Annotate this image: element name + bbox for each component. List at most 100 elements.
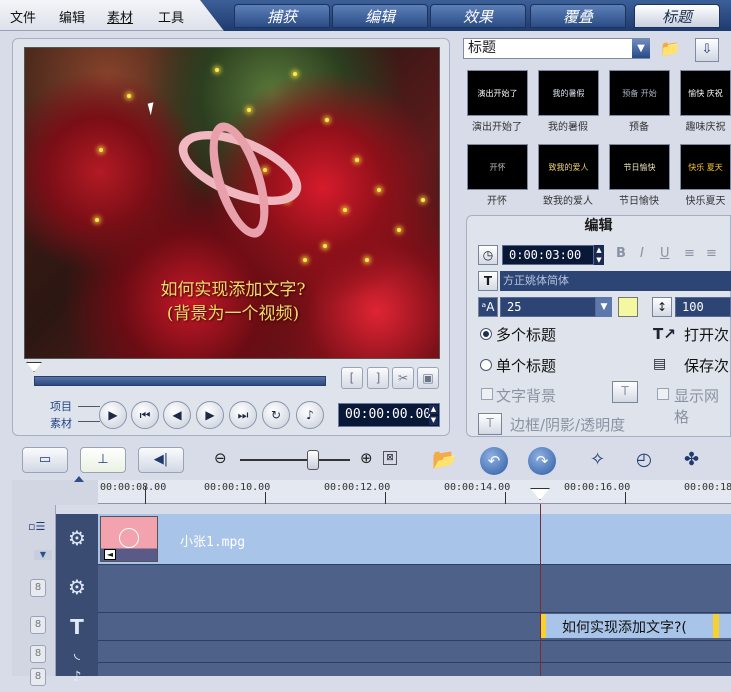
sparkle [99,148,103,152]
track-manager-icon[interactable]: ▫☰ [28,520,52,538]
timeline-ruler[interactable] [98,480,731,504]
play-icon[interactable]: ▶ [99,401,127,429]
scene-detect-icon[interactable]: ✧ [590,449,616,475]
multi-title-label[interactable]: 多个标题 [496,324,556,345]
spin-down-icon[interactable]: ▼ [429,416,438,425]
add-to-library-icon[interactable]: ⇩ [695,38,719,62]
collapse-icon[interactable]: ▼ [34,550,52,560]
title-thumbnail[interactable]: 愉快 庆祝 [680,70,731,116]
zoom-slider-thumb[interactable] [307,450,319,470]
mode-clip-label[interactable]: 素材 [50,415,72,431]
video-clip-name[interactable]: 小张1.mpg [180,531,245,550]
title-clip-end-handle[interactable] [713,614,719,638]
open-title-icon[interactable]: T↗ [653,325,677,345]
text-tool-icon: T [478,271,498,291]
show-grid-label[interactable]: 显示网格 [674,385,731,427]
menu-tools[interactable]: 工具 [158,7,184,26]
text-color-swatch[interactable] [618,297,638,317]
sparkle [247,108,251,112]
mark-in-button[interactable]: [ [341,367,363,389]
duration-input[interactable]: 0:00:03:00 [502,245,594,265]
lock-icon[interactable]: 8 [30,668,46,686]
insert-media-icon[interactable]: 📂 [432,447,462,475]
timecode-display[interactable]: 00:00:00.00 [338,403,440,427]
go-to-start-icon[interactable]: ⏮ [131,401,159,429]
lock-icon[interactable]: 8 [30,579,46,597]
tab-overlay[interactable]: 覆叠 [530,4,626,28]
save-title-button[interactable]: 保存次 [684,355,729,376]
font-size-input[interactable]: 25 [500,297,596,317]
next-frame-icon[interactable]: ▶ [196,401,224,429]
italic-icon[interactable]: I [640,246,644,261]
title-thumbnail-label: 演出开始了 [472,122,522,133]
duration-spinner-icon[interactable]: ▲ ▼ [594,245,604,265]
font-name-select[interactable]: 方正姚体简体 [500,271,731,291]
zoom-in-icon[interactable]: ⊕ [360,449,376,469]
text-background-checkbox[interactable] [481,388,493,400]
border-shadow-button[interactable]: 边框/阴影/透明度 [510,414,625,435]
title-clip-text[interactable]: 如何实现添加文字?( [562,617,687,637]
fullscreen-icon[interactable]: ▣ [417,367,439,389]
zoom-slider-track[interactable] [240,459,350,461]
align-left-icon[interactable]: ≡ [684,246,695,261]
scissors-icon[interactable]: ✂ [392,367,414,389]
clock-icon[interactable]: ◴ [636,449,662,475]
tab-capture[interactable]: 捕获 [234,4,330,28]
lock-icon[interactable]: 8 [30,616,46,634]
chevron-down-icon[interactable]: ▼ [632,39,650,58]
text-background-label[interactable]: 文字背景 [496,385,556,406]
border-shadow-icon[interactable]: T [478,413,502,435]
title-thumbnail[interactable]: 演出开始了 [467,70,528,116]
undo-icon[interactable]: ↶ [480,447,508,475]
scroll-up-icon[interactable] [74,476,84,482]
text-background-settings-icon[interactable]: T [612,381,638,403]
tab-title[interactable]: 标题 [634,4,720,28]
title-thumbnail[interactable]: 快乐 夏天 [680,144,731,190]
repeat-icon[interactable]: ↻ [262,401,290,429]
bold-icon[interactable]: B [616,246,626,261]
menu-edit[interactable]: 编辑 [59,7,85,26]
go-to-end-icon[interactable]: ⏭ [229,401,257,429]
font-size-icon: ᵃA [478,297,498,317]
mixer-icon[interactable]: ✤ [684,449,710,475]
zoom-out-icon[interactable]: ⊖ [214,449,230,469]
open-title-button[interactable]: 打开次 [684,324,729,345]
previous-frame-icon[interactable]: ◀ [163,401,191,429]
align-center-icon[interactable]: ≡ [706,246,717,261]
scrub-bar[interactable] [34,376,326,386]
show-grid-checkbox[interactable] [657,388,669,400]
title-thumbnail[interactable]: 致我的爱人 [538,144,599,190]
line-spacing-input[interactable]: 100 [675,297,731,317]
title-category-select[interactable]: 标题 [463,38,650,59]
sparkle [355,158,359,162]
underline-icon[interactable]: U [660,246,670,261]
tab-effect[interactable]: 效果 [430,4,526,28]
menu-file[interactable]: 文件 [10,7,36,26]
timeline-view-button[interactable]: ⊥ [80,447,126,473]
single-title-radio[interactable] [480,359,492,371]
mode-project-label[interactable]: 项目 [50,398,72,414]
title-thumbnail[interactable]: 我的暑假 [538,70,599,116]
volume-icon[interactable]: ♪ [296,401,324,429]
overlay-track-icon: ⚙ [68,575,86,599]
menu-clip[interactable]: 素材 [107,7,133,26]
single-title-label[interactable]: 单个标题 [496,355,556,376]
ruler-tick [625,492,626,504]
ruler-label: 00:00:10.00 [204,482,271,493]
chevron-down-icon[interactable]: ▼ [596,297,612,317]
fit-project-icon[interactable]: ⊠ [383,451,397,465]
redo-icon[interactable]: ↷ [528,447,556,475]
audio-view-button[interactable]: ◀| [138,447,184,473]
video-preview[interactable]: 如何实现添加文字? (背景为一个视频) [24,47,440,359]
lock-icon[interactable]: 8 [30,645,46,663]
spin-up-icon[interactable]: ▲ [429,405,438,414]
mark-out-button[interactable]: ] [367,367,389,389]
title-thumbnail[interactable]: 开怀 [467,144,528,190]
multi-title-radio[interactable] [480,328,492,340]
tab-edit[interactable]: 编辑 [332,4,428,28]
title-thumbnail[interactable]: 节日愉快 [609,144,670,190]
folder-icon[interactable]: 📁 [660,40,682,58]
title-thumbnail[interactable]: 预备 开始 [609,70,670,116]
storyboard-view-button[interactable]: ▭ [22,447,68,473]
save-title-icon[interactable]: ▤ [653,356,677,376]
